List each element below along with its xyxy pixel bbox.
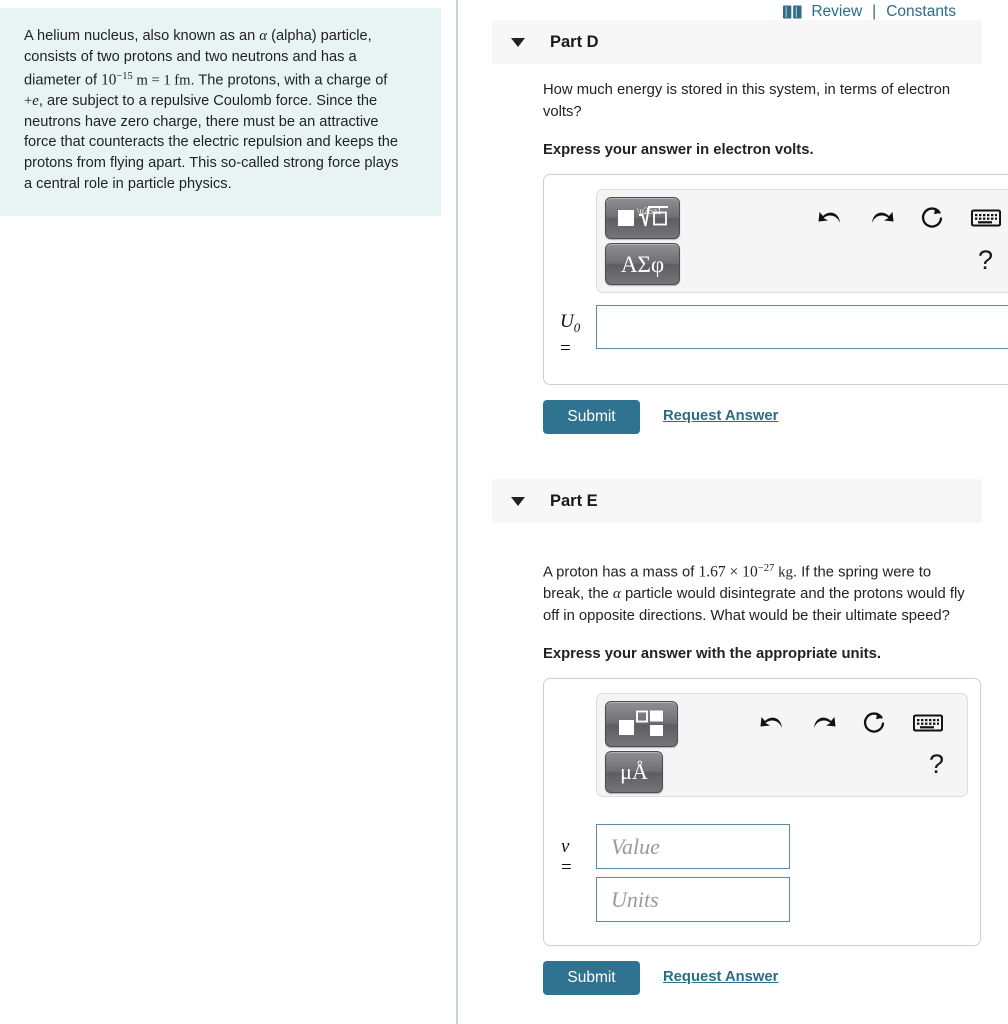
part-e-answer-box: μÅ ? v = Value Units [543, 678, 981, 946]
part-d-equals-sign: = [560, 337, 571, 359]
part-e-units-symbol-label: μÅ [620, 759, 648, 784]
part-d-question-text: How much energy is stored in this system… [543, 82, 951, 120]
intro-ten: 10 [101, 71, 117, 89]
intro-seg-6: . The protons, with a charge of [190, 72, 388, 89]
part-d-answer-box: \u25a1 ΑΣφ ? U0 = [543, 174, 1008, 385]
part-e-units-symbol-button[interactable]: μÅ [605, 751, 663, 793]
part-d-undo-icon[interactable] [813, 202, 847, 236]
part-e-value-input[interactable] [596, 824, 790, 869]
intro-units: m = 1 fm [132, 72, 191, 89]
book-icon [783, 5, 802, 19]
part-e-mass-exponent: −27 [757, 563, 775, 574]
right-panel: Review | Constants Part D How much energ… [458, 0, 1008, 1024]
part-d-submit-button[interactable]: Submit [543, 400, 640, 434]
part-d-greek-symbol-label: ΑΣφ [620, 251, 665, 277]
part-e-keyboard-icon[interactable] [909, 708, 947, 738]
part-e-header[interactable]: Part E [492, 479, 982, 523]
part-d-keyboard-icon[interactable] [967, 203, 1005, 233]
intro-e-symbol: e [32, 93, 39, 110]
part-e-help-button[interactable]: ? [929, 751, 944, 778]
intro-alpha-symbol: α [259, 28, 268, 44]
review-separator: | [872, 3, 877, 20]
part-d-question-block: How much energy is stored in this system… [543, 80, 975, 162]
part-d-title: Part D [550, 32, 599, 51]
problem-intro-box: A helium nucleus, also known as an α (al… [0, 8, 441, 217]
part-e-submit-button[interactable]: Submit [543, 961, 640, 995]
part-e-math-template-button[interactable] [605, 701, 678, 747]
part-e-equals-sign: = [561, 857, 572, 878]
part-d-answer-input[interactable] [596, 305, 1008, 349]
part-e-question-text: A proton has a mass of 1.67 × 10−27 kg. … [543, 558, 975, 627]
part-d-header[interactable]: Part D [492, 20, 982, 64]
left-panel: A helium nucleus, also known as an α (al… [0, 0, 441, 1024]
part-d-help-button[interactable]: ? [978, 247, 993, 274]
part-d-request-answer-link[interactable]: Request Answer [663, 408, 778, 424]
part-d-redo-icon[interactable] [865, 202, 899, 236]
intro-seg-0: A helium nucleus, also known as an [24, 28, 260, 44]
intro-seg-9: , are subject to a repulsive Coulomb for… [24, 93, 399, 192]
part-d-math-template-button[interactable]: \u25a1 [605, 197, 680, 239]
part-e-title: Part E [550, 491, 598, 510]
part-e-request-answer-link[interactable]: Request Answer [663, 969, 778, 985]
intro-plus: + [24, 93, 33, 110]
part-d-greek-symbol-button[interactable]: ΑΣφ [605, 243, 680, 285]
part-e-reset-icon[interactable] [857, 706, 891, 740]
part-d-toolbar: \u25a1 ΑΣφ ? [596, 189, 1008, 293]
part-e-question-block: A proton has a mass of 1.67 × 10−27 kg. … [543, 558, 975, 666]
part-d-variable-subscript: 0 [573, 319, 581, 335]
page-root: A helium nucleus, also known as an α (al… [0, 0, 1008, 1024]
part-d-instruction: Express your answer in electron volts. [543, 142, 814, 158]
part-e-undo-icon[interactable] [755, 707, 789, 741]
caret-down-icon[interactable] [511, 496, 525, 506]
part-d-variable-name: U [560, 311, 574, 332]
constants-link[interactable]: Constants [886, 3, 956, 21]
part-e-variable-label: v = [561, 837, 595, 877]
caret-down-icon[interactable] [511, 37, 525, 47]
part-e-alpha-symbol: α [612, 586, 621, 603]
part-e-seg-0: A proton has a mass of [543, 564, 699, 581]
problem-intro-text: A helium nucleus, also known as an α (al… [24, 26, 405, 194]
part-e-mass-units: kg [774, 564, 793, 581]
part-e-mass-value: 1.67 × 10 [698, 563, 758, 581]
part-e-units-input[interactable] [596, 877, 790, 922]
part-e-variable-name: v [561, 836, 570, 857]
part-d-reset-icon[interactable] [915, 201, 949, 235]
review-link[interactable]: Review [811, 3, 862, 21]
part-d-variable-label: U0 = [560, 312, 598, 358]
part-e-redo-icon[interactable] [807, 707, 841, 741]
part-e-toolbar: μÅ ? [596, 693, 968, 797]
intro-exponent: −15 [116, 71, 133, 83]
part-e-instruction: Express your answer with the appropriate… [543, 646, 881, 663]
